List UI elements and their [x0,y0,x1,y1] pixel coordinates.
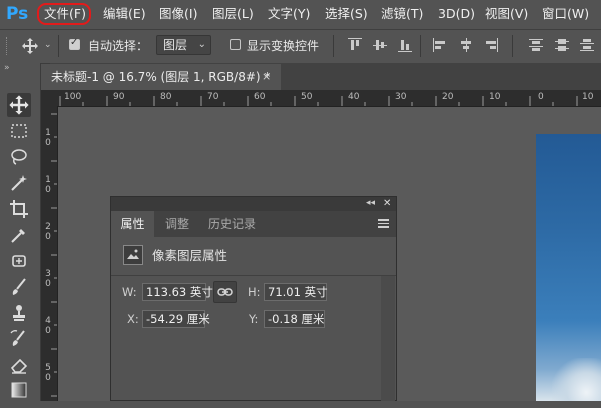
ruler-tick-label: 70 [207,92,219,102]
magic-wand-tool-icon[interactable] [7,171,31,195]
close-document-icon[interactable]: × [262,64,271,90]
align-vertical-center-icon[interactable] [373,38,387,52]
show-transform-label: 显示变换控件 [247,39,320,53]
move-tool-icon[interactable] [7,93,31,117]
pixel-layer-icon [123,245,143,265]
history-brush-tool-icon[interactable] [7,327,31,351]
width-field[interactable]: 113.63 英寸 [142,283,213,301]
align-right-icon[interactable] [484,38,498,52]
horizontal-ruler[interactable] [57,90,601,107]
height-field[interactable]: 71.01 英寸 [264,283,328,301]
options-separator [420,35,421,57]
ruler-tick-label: 40 [348,92,360,102]
distribute-bottom-icon[interactable] [580,38,594,52]
menu-edit[interactable]: 编辑(E) [103,0,146,28]
eraser-tool-icon[interactable] [7,353,31,377]
move-tool-preset-icon[interactable] [20,36,40,56]
ruler-tick-label: 20 [442,92,454,102]
menu-window[interactable]: 窗口(W) [542,0,589,28]
panel-title-bar[interactable] [111,197,396,211]
ruler-tick-label: 80 [160,92,172,102]
menu-layer[interactable]: 图层(L) [212,0,254,28]
tab-history[interactable]: 历史记录 [200,211,264,237]
healing-brush-tool-icon[interactable] [7,249,31,273]
distribute-top-icon[interactable] [529,38,543,52]
ruler-tick-label: 60 [254,92,266,102]
menu-type[interactable]: 文字(Y) [268,0,310,28]
photoshop-logo-icon: Ps [6,4,29,24]
width-label: W: [122,285,137,299]
menu-image[interactable]: 图像(I) [159,0,197,28]
ruler-tick-label: 0 [45,373,51,383]
preset-chevron-icon[interactable]: ⌄ [44,40,52,50]
ruler-tick-label: 0 [45,185,51,195]
auto-select-target-dropdown[interactable]: 图层 ⌄ [156,35,211,55]
eyedropper-tool-icon[interactable] [7,223,31,247]
ruler-tick-label: 10 [489,92,501,102]
menu-3d[interactable]: 3D(D) [438,0,475,28]
distribute-vertical-center-icon[interactable] [555,38,569,52]
ruler-tick-label: 30 [395,92,407,102]
tab-adjustments[interactable]: 调整 [156,211,198,237]
ruler-tick-label: 5 [45,363,51,373]
vertical-ruler[interactable] [41,106,58,401]
ruler-tick-label: 100 [64,92,82,102]
menu-select[interactable]: 选择(S) [325,0,368,28]
close-panel-icon[interactable]: ✕ [383,197,391,211]
marquee-tool-icon[interactable] [7,119,31,143]
options-separator [333,35,334,57]
document-tab-title: 未标题-1 @ 16.7% (图层 1, RGB/8#) * [51,70,271,84]
menu-view[interactable]: 视图(V) [485,0,528,28]
panel-scrollbar[interactable] [381,276,395,401]
y-label: Y: [249,312,259,326]
ruler-tick-label: 3 [45,269,51,279]
pixel-layer-properties-label: 像素图层属性 [152,248,228,263]
ruler-tick-label: 50 [301,92,313,102]
align-bottom-icon[interactable] [398,38,412,52]
align-left-icon[interactable] [433,38,447,52]
ruler-tick-label: 2 [45,222,51,232]
options-separator [58,35,59,57]
canvas-image-cloud [552,358,601,401]
gradient-tool-icon[interactable] [7,377,31,401]
menu-filter[interactable]: 滤镜(T) [381,0,423,28]
align-top-icon[interactable] [348,38,362,52]
ruler-tick-label: 0 [45,279,51,289]
x-position-field[interactable]: -54.29 厘米 [142,310,210,328]
ruler-tick-label: 4 [45,316,51,326]
clone-stamp-tool-icon[interactable] [7,301,31,325]
link-dimensions-button[interactable] [213,281,237,303]
auto-select-label: 自动选择： [88,39,149,53]
options-separator [512,35,513,57]
ruler-tick-label: 0 [45,326,51,336]
height-label: H: [248,285,261,299]
brush-tool-icon[interactable] [7,275,31,299]
ruler-tick-label: 10 [582,92,594,102]
ruler-tick-label: 0 [45,138,51,148]
panel-menu-icon[interactable] [378,216,390,230]
options-grip [6,29,9,62]
ruler-corner[interactable] [41,90,57,106]
ruler-tick-label: 1 [45,175,51,185]
dropdown-value: 图层 [163,38,188,52]
tab-properties[interactable]: 属性 [111,211,154,237]
chevron-down-icon: ⌄ [197,39,206,50]
lasso-tool-icon[interactable] [7,145,31,169]
ruler-tick-label: 0 [538,92,544,102]
ruler-tick-label: 90 [113,92,125,102]
ruler-tick-label: 0 [45,232,51,242]
collapse-panel-icon[interactable]: ◂◂ [366,197,375,211]
menu-file[interactable]: 文件(F) [40,0,90,28]
x-label: X: [127,312,139,326]
y-position-field[interactable]: -0.18 厘米 [264,310,325,328]
ruler-tick-label: 1 [45,128,51,138]
crop-tool-icon[interactable] [7,197,31,221]
expand-panels-icon[interactable]: » [4,63,10,73]
show-transform-checkbox[interactable] [230,39,241,50]
align-horizontal-center-icon[interactable] [459,38,473,52]
auto-select-checkbox[interactable] [69,37,80,50]
